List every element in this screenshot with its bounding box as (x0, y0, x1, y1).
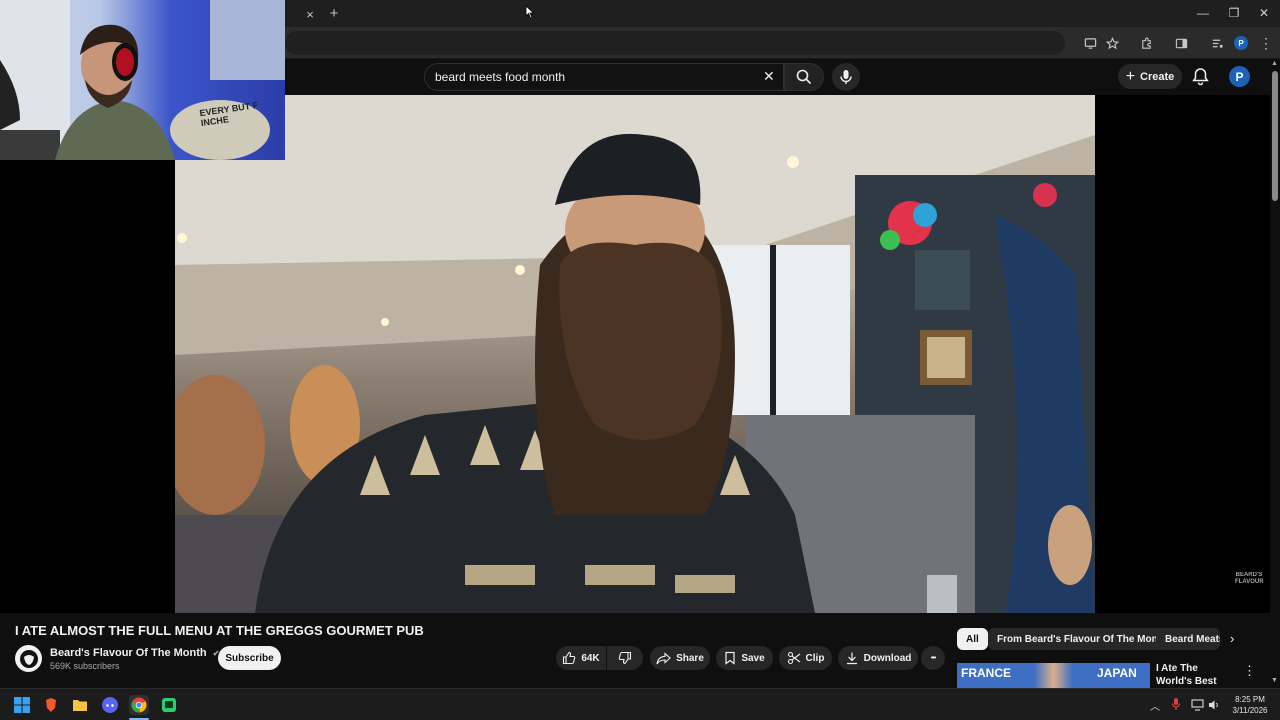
chip-from-channel[interactable]: From Beard's Flavour Of The Month (988, 628, 1177, 650)
download-button[interactable]: Download (838, 646, 918, 670)
download-icon (846, 652, 857, 665)
channel-logo-icon (19, 649, 38, 668)
create-label: Create (1140, 70, 1175, 83)
windows-start-icon[interactable] (12, 695, 32, 715)
discord-icon[interactable] (100, 695, 120, 715)
side-panel-icon[interactable] (1171, 33, 1191, 53)
thumbs-down-icon (618, 651, 632, 665)
profile-letter: P (1234, 36, 1248, 50)
clock-date: 3/11/2026 (1232, 706, 1268, 715)
new-tab-button[interactable]: + (324, 3, 344, 23)
thumbnail-text-right: JAPAN (1097, 666, 1137, 680)
clock-time: 8:25 PM (1235, 695, 1265, 704)
close-tab-icon[interactable]: × (300, 4, 320, 24)
windows-taskbar: ︿ 8:25 PM 3/11/2026 (0, 688, 1280, 720)
dislike-button[interactable] (607, 646, 643, 670)
thumbs-up-icon (563, 651, 576, 665)
scroll-down-arrow-icon[interactable]: ▼ (1271, 677, 1278, 684)
profile-icon[interactable]: P (1231, 33, 1251, 53)
microphone-tray-icon[interactable] (1171, 697, 1181, 716)
download-label: Download (863, 652, 912, 664)
microphone-icon (840, 70, 852, 84)
install-app-icon[interactable] (1080, 33, 1100, 53)
page-scrollbar[interactable]: ▲ ▼ (1270, 59, 1280, 689)
url-bar[interactable] (285, 31, 1065, 55)
chip-beard-meats[interactable]: Beard Meats (1156, 628, 1220, 650)
streaming-app-icon[interactable] (159, 695, 179, 715)
video-title: I ATE ALMOST THE FULL MENU AT THE GREGGS… (15, 623, 424, 638)
search-button[interactable] (784, 63, 824, 91)
create-button[interactable]: + Create (1118, 64, 1182, 89)
scissors-icon (787, 651, 800, 665)
media-control-icon[interactable] (1207, 33, 1227, 53)
thumbnail-text-left: FRANCE (961, 666, 1011, 680)
channel-name-row[interactable]: Beard's Flavour Of The Month ✔ (50, 647, 219, 659)
scrollbar-thumb[interactable] (1272, 71, 1278, 201)
recommended-video-thumbnail[interactable]: FRANCE JAPAN (957, 663, 1150, 688)
channel-name[interactable]: Beard's Flavour Of The Month (50, 647, 207, 659)
close-window-button[interactable]: ✕ (1254, 5, 1274, 21)
video-frame[interactable] (175, 95, 1095, 613)
video-details: I ATE ALMOST THE FULL MENU AT THE GREGGS… (0, 613, 1270, 700)
save-label: Save (741, 652, 765, 664)
subscribe-button[interactable]: Subscribe (218, 646, 281, 670)
like-count: 64K (581, 652, 600, 664)
channel-avatar[interactable] (15, 645, 42, 672)
search-box[interactable]: beard meets food month ✕ (424, 63, 784, 91)
save-button[interactable]: Save (716, 646, 773, 670)
chip-all[interactable]: All (957, 628, 988, 650)
account-avatar[interactable]: P (1229, 66, 1250, 87)
video-player[interactable]: BEARD'S FLAVOUR (0, 95, 1270, 613)
chips-next-chevron-icon[interactable]: › (1230, 631, 1234, 646)
clip-button[interactable]: Clip (779, 646, 832, 670)
like-button[interactable]: 64K (556, 646, 606, 670)
voice-search-button[interactable] (832, 63, 860, 91)
scroll-up-arrow-icon[interactable]: ▲ (1271, 60, 1278, 67)
subscriber-count: 569K subscribers (50, 661, 120, 671)
share-button[interactable]: Share (650, 646, 710, 670)
maximize-button[interactable]: ❐ (1224, 5, 1244, 21)
mouse-cursor-icon (525, 5, 535, 24)
channel-watermark[interactable]: BEARD'S FLAVOUR (1235, 572, 1264, 596)
minimize-button[interactable]: — (1193, 5, 1213, 21)
file-explorer-icon[interactable] (70, 695, 90, 715)
clip-label: Clip (805, 652, 825, 664)
system-clock[interactable]: 8:25 PM 3/11/2026 (1224, 694, 1276, 716)
tray-overflow-chevron-icon[interactable]: ︿ (1150, 698, 1160, 713)
share-label: Share (676, 652, 704, 664)
search-icon (796, 69, 812, 85)
extensions-icon[interactable] (1136, 33, 1156, 53)
video-scene-image (175, 95, 1095, 613)
bookmark-icon (725, 651, 735, 665)
network-tray-icon[interactable] (1191, 698, 1204, 716)
plus-icon: + (1125, 67, 1136, 85)
notifications-bell-icon[interactable] (1192, 67, 1209, 91)
webcam-overlay: EVERY BUT F INCHE (0, 0, 285, 160)
share-icon (656, 651, 671, 664)
clear-search-icon[interactable]: ✕ (763, 68, 775, 85)
more-actions-button[interactable]: ••• (921, 646, 945, 670)
recommended-more-icon[interactable]: ⋮ (1243, 663, 1256, 679)
brave-browser-icon[interactable] (41, 695, 61, 715)
webcam-image (0, 0, 285, 160)
volume-tray-icon[interactable] (1208, 698, 1220, 716)
bookmark-star-icon[interactable] (1102, 33, 1122, 53)
search-input[interactable]: beard meets food month (435, 70, 565, 84)
chrome-icon[interactable] (129, 695, 149, 715)
browser-menu-icon[interactable]: ⋮ (1256, 33, 1276, 53)
